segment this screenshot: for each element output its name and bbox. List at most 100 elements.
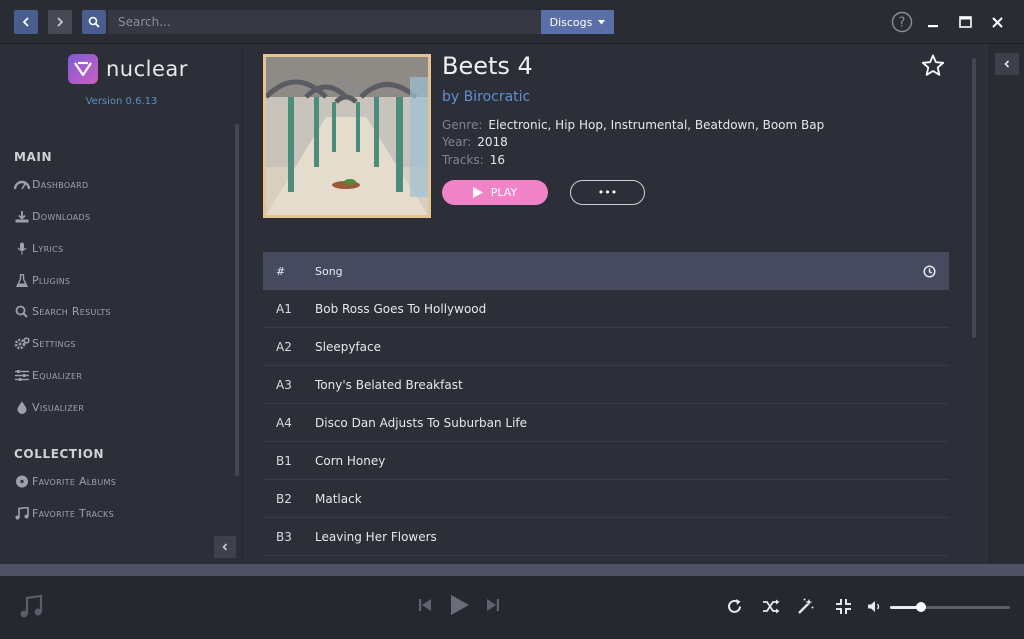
table-row[interactable]: A2 Sleepyface [263, 328, 949, 366]
play-pause-button[interactable] [450, 594, 470, 616]
volume-slider-handle[interactable] [916, 602, 927, 612]
search-input[interactable] [108, 10, 541, 34]
track-number: B3 [276, 529, 292, 544]
track-number: A3 [276, 377, 292, 392]
sidebar-item-settings[interactable]: Settings [14, 334, 76, 352]
mute-button[interactable] [867, 600, 882, 613]
tracks-label: Tracks: [442, 153, 484, 167]
previous-track-button[interactable] [418, 598, 432, 612]
sidebar-item-visualizer[interactable]: Visualizer [14, 398, 84, 416]
sidebar-scrollbar[interactable] [235, 124, 239, 476]
genre-label: Genre: [442, 118, 483, 132]
microphone-icon [17, 242, 27, 254]
sidebar-item-lyrics[interactable]: Lyrics [14, 239, 63, 257]
sidebar: nuclear Version 0.6.13 MAIN Dashboard Do… [0, 44, 243, 564]
maximize-icon [958, 16, 972, 28]
nuclear-logo-icon [68, 54, 98, 84]
table-row[interactable]: B3 Leaving Her Flowers [263, 518, 949, 556]
chevron-left-icon [1004, 60, 1010, 68]
forward-button[interactable] [48, 10, 72, 34]
play-album-button[interactable]: PLAY [442, 180, 548, 205]
table-row[interactable]: A1 Bob Ross Goes To Hollywood [263, 290, 949, 328]
gear-icon [14, 336, 30, 349]
svg-text:?: ? [899, 16, 906, 31]
sidebar-item-label: Settings [32, 336, 76, 350]
sidebar-item-favorite-tracks[interactable]: Favorite Tracks [14, 504, 114, 522]
track-title: Leaving Her Flowers [315, 529, 437, 544]
sidebar-item-search-results[interactable]: Search Results [14, 302, 111, 320]
favorite-album-button[interactable] [920, 52, 946, 78]
sidebar-item-equalizer[interactable]: Equalizer [14, 366, 82, 384]
dashboard-icon [14, 180, 30, 189]
column-header-song: Song [315, 264, 343, 278]
volume-slider[interactable] [890, 602, 1010, 612]
table-row[interactable]: A4 Disco Dan Adjusts To Suburban Life [263, 404, 949, 442]
music-icon [15, 506, 29, 519]
sidebar-item-dashboard[interactable]: Dashboard [14, 175, 88, 193]
sidebar-item-favorite-albums[interactable]: Favorite Albums [14, 472, 116, 490]
disc-icon [16, 475, 28, 487]
sidebar-item-label: Visualizer [32, 400, 85, 414]
help-button[interactable]: ? [890, 11, 914, 33]
app-logo: nuclear [68, 54, 188, 84]
sidebar-item-label: Favorite Albums [32, 474, 117, 488]
skip-previous-icon [419, 599, 431, 611]
main-scrollbar[interactable] [972, 58, 976, 338]
top-bar: Discogs ? [0, 0, 1024, 44]
sidebar-item-label: Downloads [32, 209, 91, 223]
next-track-button[interactable] [486, 598, 500, 612]
search-source-select[interactable]: Discogs [541, 10, 614, 34]
volume-icon [868, 601, 880, 612]
search-icon [15, 305, 28, 318]
album-title: Beets 4 [442, 52, 533, 80]
collapse-sidebar-button[interactable] [214, 536, 236, 558]
tracklist-header: # Song [263, 252, 949, 290]
track-title: Bob Ross Goes To Hollywood [315, 301, 487, 316]
sidebar-item-label: Equalizer [32, 368, 83, 382]
album-view: Beets 4 by Birocratic Genre: Electronic,… [243, 44, 989, 564]
year-label: Year: [442, 135, 472, 149]
shuffle-button[interactable] [762, 599, 780, 614]
shuffle-icon [763, 599, 780, 614]
repeat-button[interactable] [726, 598, 743, 615]
app-logo-text: nuclear [106, 57, 188, 81]
track-number: A4 [276, 415, 292, 430]
expand-queue-button[interactable] [995, 53, 1019, 75]
autoradio-button[interactable] [797, 598, 814, 615]
seek-bar[interactable] [0, 564, 1024, 576]
back-button[interactable] [14, 10, 38, 34]
track-number: A1 [276, 301, 292, 316]
skip-next-icon [487, 599, 499, 611]
caret-down-icon [598, 19, 606, 24]
sidebar-item-label: Lyrics [32, 241, 64, 255]
sidebar-item-label: Search Results [32, 304, 111, 318]
close-button[interactable] [986, 11, 1008, 33]
track-title: Corn Honey [315, 453, 386, 468]
sidebar-item-label: Dashboard [32, 177, 89, 191]
tracks-value: 16 [489, 153, 505, 167]
album-artist-link[interactable]: by Birocratic [442, 89, 530, 105]
search-icon [88, 16, 100, 28]
table-row[interactable]: A3 Tony's Belated Breakfast [263, 366, 949, 404]
sidebar-item-label: Plugins [32, 273, 71, 287]
sliders-icon [15, 369, 29, 381]
more-options-button[interactable]: ••• [570, 180, 645, 205]
year-value: 2018 [477, 135, 508, 149]
repeat-icon [728, 599, 741, 613]
sidebar-item-downloads[interactable]: Downloads [14, 207, 90, 225]
album-year-row: Year: 2018 [442, 135, 508, 149]
track-number: B1 [276, 453, 292, 468]
track-title: Disco Dan Adjusts To Suburban Life [315, 415, 528, 430]
sidebar-item-plugins[interactable]: Plugins [14, 271, 70, 289]
table-row[interactable]: B2 Matlack [263, 480, 949, 518]
section-label-collection: COLLECTION [14, 447, 105, 461]
maximize-button[interactable] [954, 11, 976, 33]
search-button[interactable] [82, 10, 106, 34]
minimize-button[interactable] [922, 11, 944, 33]
track-number: A2 [276, 339, 292, 354]
table-row[interactable]: B1 Corn Honey [263, 442, 949, 480]
help-circle-icon: ? [891, 11, 913, 33]
queue-panel [989, 44, 1024, 564]
download-icon [15, 210, 29, 222]
mini-player-button[interactable] [835, 598, 852, 615]
